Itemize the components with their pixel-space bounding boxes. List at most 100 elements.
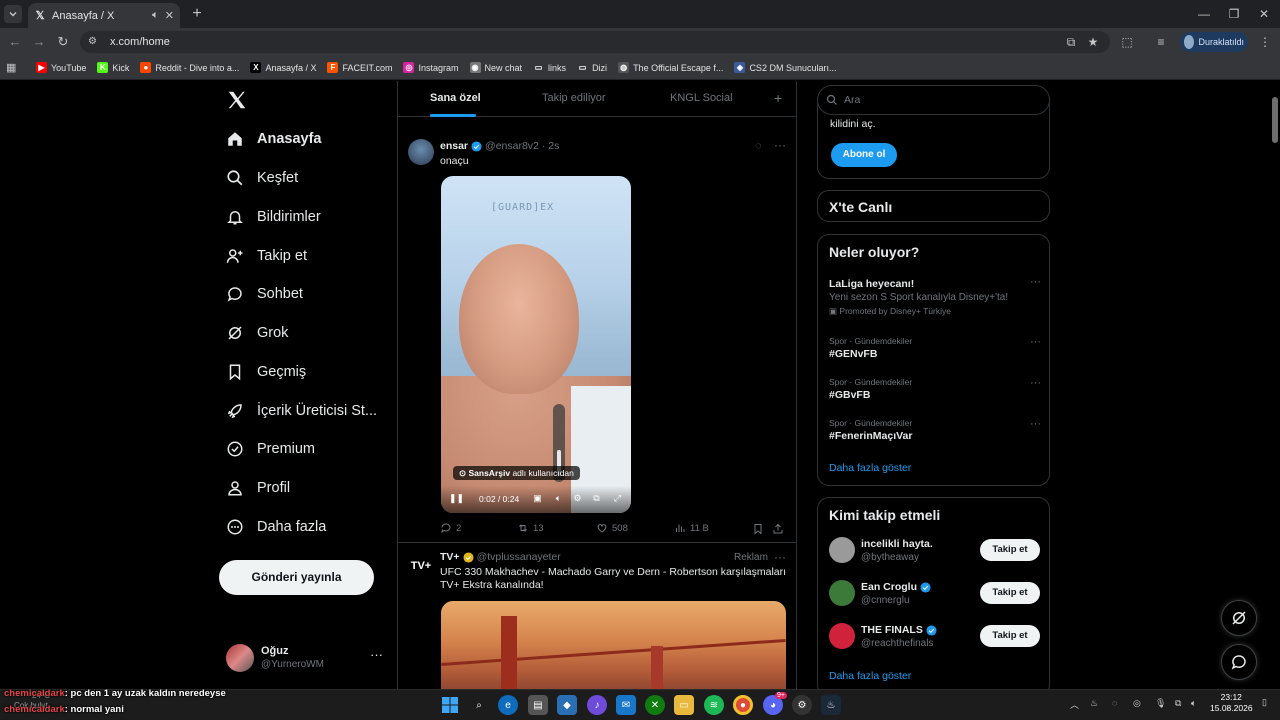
- video-player[interactable]: [GUARD]EX ⊙ SansArşiv adlı kullanıcıdan …: [441, 176, 631, 513]
- who-show-more-link[interactable]: Daha fazla göster: [829, 670, 911, 682]
- nav-item-more-circle[interactable]: Daha fazla: [226, 512, 326, 542]
- tvplus-avatar[interactable]: TV+: [408, 553, 434, 579]
- bookmark-item[interactable]: K Kick: [97, 62, 129, 73]
- repost-button[interactable]: 13: [517, 522, 544, 534]
- promo-image[interactable]: [441, 601, 786, 689]
- bookmark-icon[interactable]: [752, 523, 764, 535]
- nav-item-person[interactable]: Profil: [226, 473, 290, 503]
- nav-item-home[interactable]: Anasayfa: [226, 124, 321, 154]
- nav-item-add-user[interactable]: Takip et: [226, 241, 307, 271]
- notification-icon[interactable]: ▯: [1262, 697, 1267, 708]
- tray-app-icon[interactable]: ◎: [1133, 698, 1141, 709]
- app-icon[interactable]: ◆: [557, 695, 577, 715]
- maximize-button[interactable]: ❐: [1224, 4, 1244, 24]
- nav-item-chat[interactable]: Sohbet: [226, 279, 303, 309]
- trend-more-icon[interactable]: ···: [1030, 276, 1041, 288]
- store-icon[interactable]: ▤: [528, 695, 548, 715]
- tab-kngl-social[interactable]: KNGL Social: [670, 92, 733, 104]
- audio-icon[interactable]: 🔈︎: [152, 9, 159, 22]
- captions-icon[interactable]: ▣: [532, 493, 543, 504]
- bookmark-item[interactable]: ◉ New chat: [469, 62, 522, 73]
- nav-item-bookmark[interactable]: Geçmiş: [226, 357, 306, 387]
- chrome-menu-icon[interactable]: ⋮: [1256, 33, 1274, 51]
- follow-button[interactable]: Takip et: [980, 625, 1040, 647]
- picture-in-picture-icon[interactable]: ⧉: [591, 493, 602, 504]
- active-tab[interactable]: 𝕏 Anasayfa / X 🔈︎ ✕: [28, 3, 180, 28]
- post-more-icon[interactable]: ···: [774, 138, 786, 152]
- nav-item-bell[interactable]: Bildirimler: [226, 202, 321, 232]
- page-scrollbar[interactable]: [1270, 81, 1280, 689]
- promoted-post-card[interactable]: TV+ TV+ @tvplussanayeter Reklam ··· UFC …: [398, 543, 796, 689]
- subscribe-button[interactable]: Abone ol: [831, 143, 897, 167]
- app-icon[interactable]: ⚙: [792, 695, 812, 715]
- tray-steam-icon[interactable]: ♨: [1090, 698, 1098, 709]
- trend-item[interactable]: Spor · Gündemdekiler #FenerinMaçıVar ···: [829, 418, 1041, 442]
- post-more-icon[interactable]: ···: [774, 550, 786, 564]
- grok-analyze-icon[interactable]: ◌: [755, 140, 762, 152]
- taskbar-search-icon[interactable]: ⌕: [469, 695, 489, 715]
- network-icon[interactable]: ⧉: [1175, 698, 1181, 709]
- bookmark-item[interactable]: X Anasayfa / X: [250, 62, 316, 73]
- post-card[interactable]: ensar @ensar8v2 · 2s ◌ ··· onaçu [GUARD]…: [398, 133, 796, 543]
- nav-item-grok[interactable]: Grok: [226, 318, 288, 348]
- avatar[interactable]: [829, 580, 855, 606]
- start-icon[interactable]: [440, 695, 460, 715]
- bookmark-item[interactable]: F FACEIT.com: [327, 62, 392, 73]
- follow-button[interactable]: Takip et: [980, 539, 1040, 561]
- follow-button[interactable]: Takip et: [980, 582, 1040, 604]
- system-clock[interactable]: 23:12 15.08.2026: [1210, 692, 1253, 714]
- fullscreen-icon[interactable]: ⤢: [612, 493, 623, 504]
- trend-more-icon[interactable]: ···: [1030, 418, 1041, 430]
- trend-item[interactable]: Spor · Gündemdekiler #GBvFB ···: [829, 377, 1041, 401]
- app-icon[interactable]: ♪: [587, 695, 607, 715]
- tray-app-icon[interactable]: ◌: [1112, 698, 1117, 708]
- nav-item-verified[interactable]: Premium: [226, 434, 315, 464]
- avatar[interactable]: [408, 139, 434, 165]
- search-input[interactable]: Ara: [817, 85, 1050, 115]
- file-explorer-icon[interactable]: ▭: [674, 695, 694, 715]
- like-button[interactable]: 508: [596, 522, 628, 534]
- trends-show-more-link[interactable]: Daha fazla göster: [829, 462, 911, 474]
- microphone-icon[interactable]: 🎙︎: [1155, 698, 1166, 709]
- new-tab-button[interactable]: +: [188, 5, 206, 23]
- account-more-icon[interactable]: ···: [370, 647, 383, 662]
- grok-fab-button[interactable]: [1221, 600, 1257, 636]
- apps-grid-icon[interactable]: ▦: [6, 61, 20, 74]
- live-card[interactable]: X'te Canlı: [817, 190, 1050, 222]
- nav-item-search[interactable]: Keşfet: [226, 163, 298, 193]
- forward-button[interactable]: →: [30, 33, 48, 51]
- messages-fab-button[interactable]: [1221, 644, 1257, 680]
- bookmark-item[interactable]: ● Reddit - Dive into a...: [140, 62, 239, 73]
- post-button[interactable]: Gönderi yayınla: [219, 560, 374, 595]
- minimize-button[interactable]: —: [1194, 4, 1214, 24]
- post-author[interactable]: ensar @ensar8v2 · 2s: [440, 140, 559, 152]
- bookmark-item[interactable]: ▭ Dizi: [577, 62, 607, 73]
- nav-item-rocket[interactable]: İçerik Üreticisi St...: [226, 396, 377, 426]
- trend-more-icon[interactable]: ···: [1030, 336, 1041, 348]
- extensions-icon[interactable]: ⬚: [1118, 33, 1136, 51]
- bookmark-item[interactable]: ◎ Instagram: [403, 62, 459, 73]
- x-logo-icon[interactable]: [226, 89, 248, 111]
- edge-icon[interactable]: e: [498, 695, 518, 715]
- add-tab-icon[interactable]: +: [774, 90, 782, 106]
- reload-button[interactable]: ↻: [54, 33, 72, 51]
- tab-following[interactable]: Takip ediliyor: [542, 92, 606, 104]
- profile-button[interactable]: Duraklatıldı: [1180, 32, 1248, 52]
- address-bar[interactable]: ⚙ x.com/home: [80, 31, 1110, 53]
- xbox-icon[interactable]: ✕: [645, 695, 665, 715]
- trend-more-icon[interactable]: ···: [1030, 377, 1041, 389]
- tab-for-you[interactable]: Sana özel: [430, 92, 481, 104]
- who-to-follow-item[interactable]: incelikli hayta. @bytheaway Takip et: [829, 535, 1041, 567]
- tray-overflow-icon[interactable]: ︿: [1070, 698, 1079, 711]
- site-info-icon[interactable]: ⚙: [88, 36, 100, 48]
- avatar[interactable]: [829, 623, 855, 649]
- back-button[interactable]: ←: [6, 33, 24, 51]
- chrome-icon[interactable]: ●: [733, 695, 753, 715]
- bookmark-star-icon[interactable]: ★: [1084, 33, 1102, 51]
- speaker-icon[interactable]: 🔈︎: [1191, 698, 1196, 709]
- trend-item[interactable]: LaLiga heyecanı! Yeni sezon S Sport kana…: [829, 276, 1041, 317]
- install-app-icon[interactable]: ⧉: [1062, 33, 1080, 51]
- pause-icon[interactable]: ❚❚: [449, 493, 464, 504]
- close-tab-icon[interactable]: ✕: [165, 9, 174, 22]
- bookmark-item[interactable]: ◈ CS2 DM Sunucuları...: [734, 62, 836, 73]
